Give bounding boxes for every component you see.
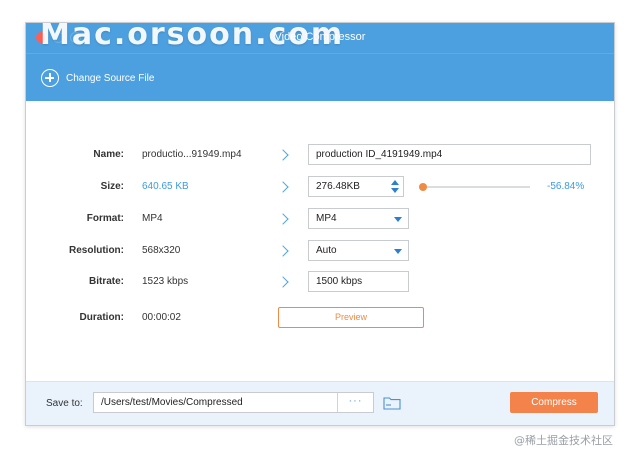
name-original: productio...91949.mp4 (142, 149, 242, 160)
resolution-label: Resolution: (69, 245, 124, 256)
bitrate-original: 1523 kbps (142, 276, 189, 287)
output-name-input[interactable]: production ID_4191949.mp4 (308, 144, 591, 165)
source-credit: @稀土掘金技术社区 (514, 434, 613, 447)
change-source-button[interactable]: Change Source File (41, 69, 154, 87)
name-label: Name: (93, 149, 124, 160)
chevron-right-icon (278, 244, 290, 258)
resolution-selected-value: Auto (316, 245, 337, 256)
row-size: Size: 640.65 KB 276.48KB -56.84% (26, 176, 614, 198)
stepper-down-icon[interactable] (391, 188, 399, 193)
toolbar: Change Source File (26, 53, 614, 101)
dropdown-caret-icon (394, 249, 402, 254)
size-reduction-percent: -56.84% (547, 181, 585, 192)
stepper-arrows[interactable] (391, 179, 399, 194)
resolution-select[interactable]: Auto (308, 240, 409, 261)
row-format: Format: MP4 MP4 (26, 208, 614, 230)
browse-path-button[interactable]: ··· (337, 393, 373, 412)
output-bitrate-input[interactable]: 1500 kbps (308, 271, 409, 292)
stepper-up-icon[interactable] (391, 180, 399, 185)
format-selected-value: MP4 (316, 213, 337, 224)
plus-circle-icon (41, 69, 59, 87)
chevron-right-icon (278, 275, 290, 289)
footer-bar: Save to: /Users/test/Movies/Compressed ·… (26, 381, 614, 425)
save-to-label: Save to: (46, 398, 83, 409)
duration-label: Duration: (79, 312, 124, 323)
output-size-value: 276.48KB (316, 181, 360, 192)
change-source-label: Change Source File (66, 72, 155, 84)
folder-icon[interactable] (383, 396, 401, 410)
format-select[interactable]: MP4 (308, 208, 409, 229)
resolution-original: 568x320 (142, 245, 181, 256)
size-label: Size: (100, 181, 124, 192)
app-window: Video Compressor Mac.orsoon.com Change S… (25, 22, 615, 426)
chevron-right-icon (278, 180, 290, 194)
row-bitrate: Bitrate: 1523 kbps 1500 kbps (26, 271, 614, 293)
format-original: MP4 (142, 213, 163, 224)
output-size-stepper[interactable]: 276.48KB (308, 176, 404, 197)
save-path-input[interactable]: /Users/test/Movies/Compressed ··· (93, 392, 374, 413)
save-path-value: /Users/test/Movies/Compressed (101, 397, 243, 408)
format-label: Format: (86, 213, 124, 224)
title-bar: Video Compressor Mac.orsoon.com (26, 23, 614, 53)
stage: Video Compressor Mac.orsoon.com Change S… (0, 0, 640, 454)
preview-button[interactable]: Preview (278, 307, 424, 328)
size-slider-thumb[interactable] (419, 183, 427, 191)
dropdown-caret-icon (394, 217, 402, 222)
duration-original: 00:00:02 (142, 312, 181, 323)
chevron-right-icon (278, 148, 290, 162)
size-slider[interactable] (419, 183, 530, 191)
row-resolution: Resolution: 568x320 Auto (26, 240, 614, 262)
watermark-text: Mac.orsoon.com (40, 22, 345, 52)
bitrate-label: Bitrate: (88, 276, 124, 287)
compress-button[interactable]: Compress (510, 392, 598, 413)
chevron-right-icon (278, 212, 290, 226)
row-name: Name: productio...91949.mp4 production I… (26, 144, 614, 166)
size-original: 640.65 KB (142, 181, 189, 192)
